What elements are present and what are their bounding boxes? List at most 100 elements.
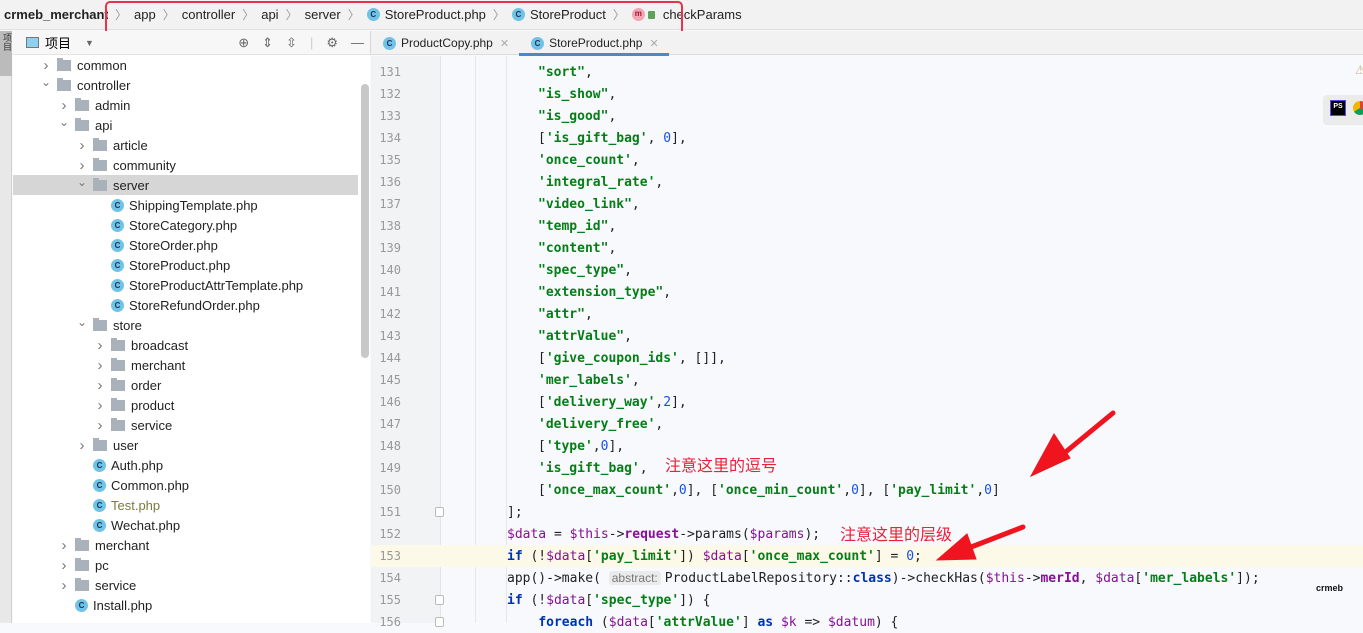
code-line[interactable]: 151]; — [371, 501, 1363, 523]
code-line[interactable]: 143 "attrValue", — [371, 325, 1363, 347]
tree-folder[interactable]: ⌄ store — [13, 315, 370, 335]
class-icon: C — [111, 258, 124, 272]
code-line[interactable]: 133 "is_good", — [371, 105, 1363, 127]
editor-tab[interactable]: C ProductCopy.php ✕ — [371, 31, 519, 55]
breadcrumb-item[interactable]: C StoreProduct.php — [366, 7, 486, 22]
breadcrumb-item[interactable]: app — [134, 7, 156, 22]
code-line[interactable]: 134 ['is_gift_bag', 0], — [371, 127, 1363, 149]
code-line[interactable]: 145 'mer_labels', — [371, 369, 1363, 391]
breadcrumb-item[interactable]: C StoreProduct — [511, 7, 606, 22]
chevron-right-icon[interactable]: › — [93, 417, 107, 434]
tree-scrollbar[interactable] — [361, 84, 369, 358]
chevron-right-icon[interactable]: › — [93, 377, 107, 394]
code-line[interactable]: 137 "video_link", — [371, 193, 1363, 215]
tree-folder[interactable]: › community — [13, 155, 370, 175]
tree-folder[interactable]: › merchant — [13, 355, 370, 375]
tree-folder[interactable]: › service — [13, 415, 370, 435]
chevron-right-icon[interactable]: › — [93, 357, 107, 374]
tree-file[interactable]: C Install.php — [13, 595, 370, 615]
breadcrumb-item[interactable]: api — [261, 7, 278, 22]
code-line[interactable]: 136 'integral_rate', — [371, 171, 1363, 193]
code-line[interactable]: 139 "content", — [371, 237, 1363, 259]
chevron-right-icon[interactable]: › — [75, 137, 89, 154]
tree-folder[interactable]: ⌄ server — [13, 175, 358, 195]
code-line[interactable]: 155 if (!$data['spec_type']) { — [371, 589, 1363, 611]
chevron-right-icon[interactable]: › — [57, 97, 71, 114]
code-line[interactable]: 135 'once_count', — [371, 149, 1363, 171]
code-line[interactable]: 147 'delivery_free', — [371, 413, 1363, 435]
code-line[interactable]: 140 "spec_type", — [371, 259, 1363, 281]
chevron-down-icon[interactable]: ⌄ — [39, 75, 53, 89]
expand-all-icon[interactable]: ⇕ — [262, 35, 273, 51]
breadcrumb-item[interactable]: server — [305, 7, 341, 22]
class-icon: C — [383, 36, 396, 50]
breadcrumb-item[interactable]: controller — [182, 7, 235, 22]
tree-folder[interactable]: › order — [13, 375, 370, 395]
fold-marker-icon[interactable] — [435, 595, 444, 605]
tree-folder[interactable]: › common — [13, 55, 370, 75]
chevron-down-icon[interactable]: ⌄ — [75, 175, 89, 189]
close-icon[interactable]: ✕ — [500, 37, 509, 50]
gear-icon[interactable]: ⚙ — [326, 35, 338, 51]
tree-folder[interactable]: › service — [13, 575, 370, 595]
code-line[interactable]: 153 if (!$data['pay_limit']) $data['once_… — [371, 545, 1363, 567]
code-line[interactable]: 146 ['delivery_way',2], — [371, 391, 1363, 413]
tree-folder[interactable]: › admin — [13, 95, 370, 115]
chevron-right-icon[interactable]: › — [57, 577, 71, 594]
tree-file[interactable]: C StoreRefundOrder.php — [13, 295, 370, 315]
warning-icon[interactable]: ⚠ — [1355, 63, 1363, 77]
chevron-right-icon[interactable]: › — [57, 537, 71, 554]
locate-file-icon[interactable]: ⊕ — [238, 35, 249, 51]
fold-marker-icon[interactable] — [435, 507, 444, 517]
code-editor[interactable]: 131 "sort", 132 "is_show", 133 "is_good", 134 [… — [371, 56, 1363, 630]
code-line[interactable]: 154 app()->make( abstract: ProductLabelRep… — [371, 567, 1363, 589]
chevron-right-icon[interactable]: › — [57, 557, 71, 574]
tree-folder[interactable]: › product — [13, 395, 370, 415]
tree-folder[interactable]: › broadcast — [13, 335, 370, 355]
tree-file[interactable]: C Auth.php — [13, 455, 370, 475]
tree-file[interactable]: C Test.php — [13, 495, 370, 515]
tree-folder[interactable]: › user — [13, 435, 370, 455]
code-line[interactable]: 142 "attr", — [371, 303, 1363, 325]
chevron-right-icon[interactable]: › — [93, 397, 107, 414]
project-view-title[interactable]: 项目 — [45, 33, 71, 52]
code-line[interactable]: 131 "sort", — [371, 61, 1363, 83]
project-name[interactable]: crmeb_merchant — [0, 7, 108, 22]
code-line[interactable]: 132 "is_show", — [371, 83, 1363, 105]
tree-file[interactable]: C ShippingTemplate.php — [13, 195, 370, 215]
chevron-down-icon[interactable]: ⌄ — [75, 315, 89, 329]
tree-file[interactable]: C StoreProductAttrTemplate.php — [13, 275, 370, 295]
collapse-all-icon[interactable]: ⇳ — [286, 35, 297, 51]
code-line[interactable]: 141 "extension_type", — [371, 281, 1363, 303]
tree-folder[interactable]: ⌄ controller — [13, 75, 370, 95]
editor-tab[interactable]: C StoreProduct.php ✕ — [519, 31, 669, 56]
chevron-down-icon[interactable]: ⌄ — [57, 115, 71, 129]
code-line[interactable]: 148 ['type',0], — [371, 435, 1363, 457]
code-line[interactable]: 144 ['give_coupon_ids', []], — [371, 347, 1363, 369]
code-line[interactable]: 149 'is_gift_bag', — [371, 457, 1363, 479]
close-icon[interactable]: ✕ — [649, 37, 658, 50]
tree-file[interactable]: C StoreProduct.php — [13, 255, 370, 275]
fold-marker-icon[interactable] — [435, 617, 444, 627]
code-line[interactable]: 156 foreach ($data['attrValue'] as $k =>… — [371, 611, 1363, 633]
tree-folder[interactable]: › pc — [13, 555, 370, 575]
code-line[interactable]: 138 "temp_id", — [371, 215, 1363, 237]
tree-file[interactable]: C Common.php — [13, 475, 370, 495]
hide-panel-icon[interactable]: — — [351, 35, 364, 50]
tree-folder[interactable]: › merchant — [13, 535, 370, 555]
chevron-right-icon[interactable]: › — [75, 437, 89, 454]
chevron-right-icon[interactable]: › — [39, 57, 53, 74]
project-tool-tab[interactable]: 项目 — [0, 31, 12, 76]
tree-file[interactable]: C StoreOrder.php — [13, 235, 370, 255]
chrome-icon[interactable] — [1353, 101, 1363, 115]
tree-file[interactable]: C Wechat.php — [13, 515, 370, 535]
tree-folder[interactable]: › article — [13, 135, 370, 155]
tree-folder[interactable]: ⌄ api — [13, 115, 370, 135]
phpstorm-icon[interactable]: PS — [1330, 100, 1346, 116]
chevron-down-icon[interactable]: ▼ — [85, 38, 94, 48]
code-line[interactable]: 150 ['once_max_count',0], ['once_min_coun… — [371, 479, 1363, 501]
chevron-right-icon[interactable]: › — [75, 157, 89, 174]
breadcrumb-item[interactable]: m checkParams — [631, 7, 742, 22]
chevron-right-icon[interactable]: › — [93, 337, 107, 354]
tree-file[interactable]: C StoreCategory.php — [13, 215, 370, 235]
